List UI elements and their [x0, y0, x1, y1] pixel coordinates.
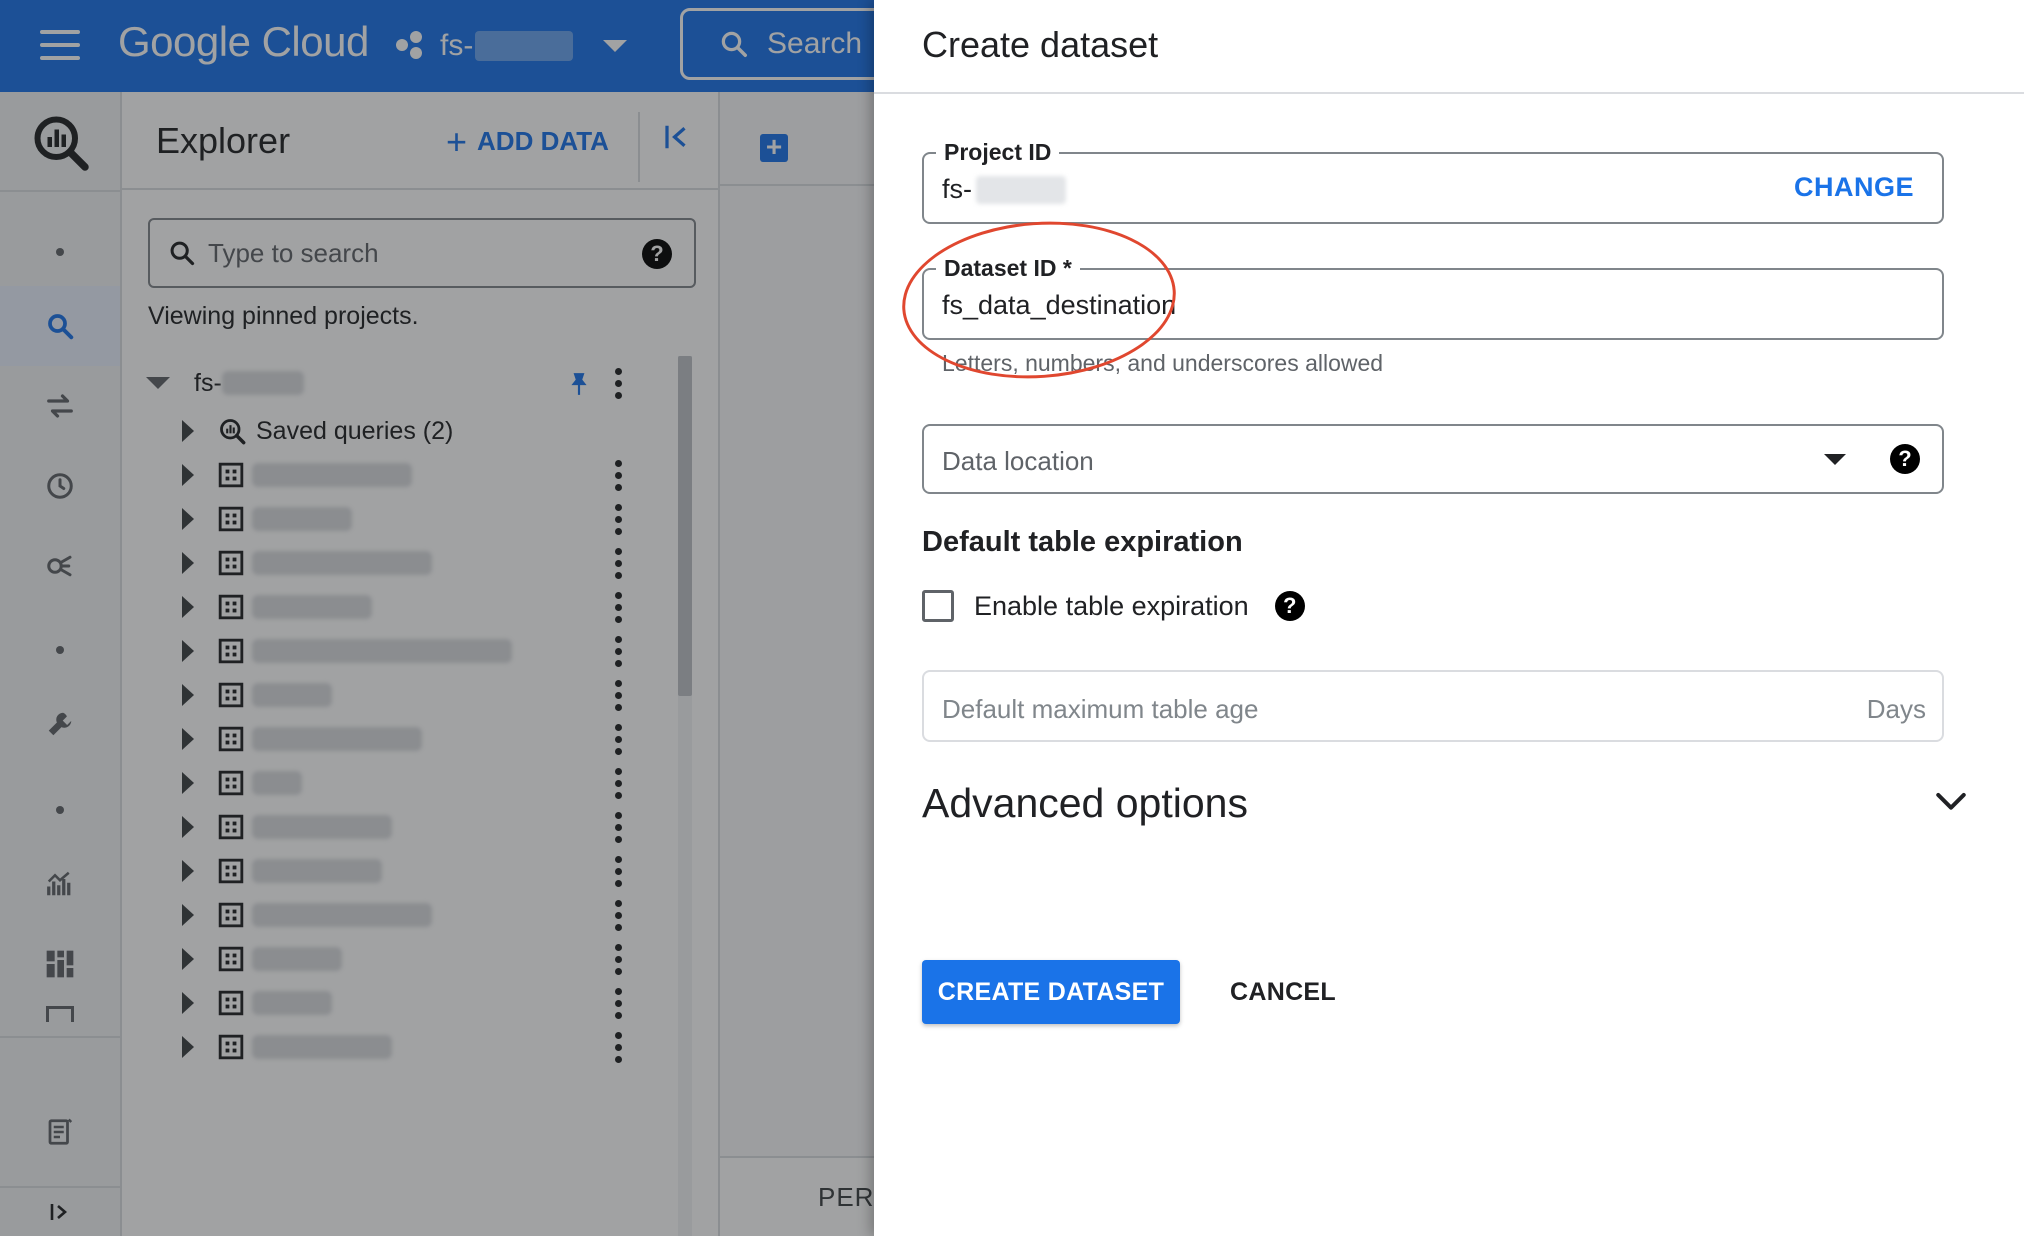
dataset-id-hint: Letters, numbers, and underscores allowe… — [942, 350, 1384, 376]
data-location-select[interactable]: Data location ? — [922, 424, 1944, 494]
help-icon[interactable]: ? — [1890, 444, 1920, 474]
dataset-id-input[interactable]: fs_data_destination — [942, 290, 1176, 321]
cancel-button[interactable]: CANCEL — [1230, 978, 1336, 1007]
panel-title: Create dataset — [922, 24, 1159, 65]
chevron-down-icon[interactable] — [1934, 790, 1968, 814]
divider — [874, 92, 2024, 94]
max-table-age-suffix: Days — [1866, 694, 1926, 724]
enable-expiration-row: Enable table expiration ? — [922, 590, 1305, 622]
help-icon[interactable]: ? — [1274, 591, 1305, 621]
project-id-text: fs- — [942, 174, 972, 204]
advanced-options-toggle[interactable]: Advanced options — [922, 780, 1248, 827]
data-location-placeholder: Data location — [942, 446, 1094, 476]
dataset-id-label: Dataset ID * — [936, 254, 1080, 282]
change-project-button[interactable]: CHANGE — [1794, 172, 1914, 203]
expiration-heading: Default table expiration — [922, 526, 1243, 558]
project-id-value: fs- — [942, 174, 1066, 205]
enable-expiration-label[interactable]: Enable table expiration — [974, 591, 1249, 622]
max-table-age-placeholder: Default maximum table age — [942, 694, 1259, 724]
dataset-id-field[interactable]: Dataset ID * fs_data_destination — [922, 254, 1944, 340]
project-id-label: Project ID — [936, 138, 1060, 166]
project-id-field[interactable]: Project ID fs- CHANGE — [922, 138, 1944, 224]
max-table-age-input[interactable]: Default maximum table age Days — [922, 670, 1944, 742]
modal-scrim[interactable] — [0, 0, 874, 1236]
project-id-redacted — [976, 175, 1066, 204]
enable-expiration-checkbox[interactable] — [922, 590, 954, 622]
create-dataset-button[interactable]: CREATE DATASET — [922, 960, 1180, 1024]
create-dataset-panel: Create dataset Project ID fs- CHANGE Dat… — [874, 0, 2024, 1236]
chevron-down-icon — [1824, 454, 1846, 465]
bigquery-console: Google Cloud fs- Search Explorer + ADD D… — [0, 0, 874, 1236]
